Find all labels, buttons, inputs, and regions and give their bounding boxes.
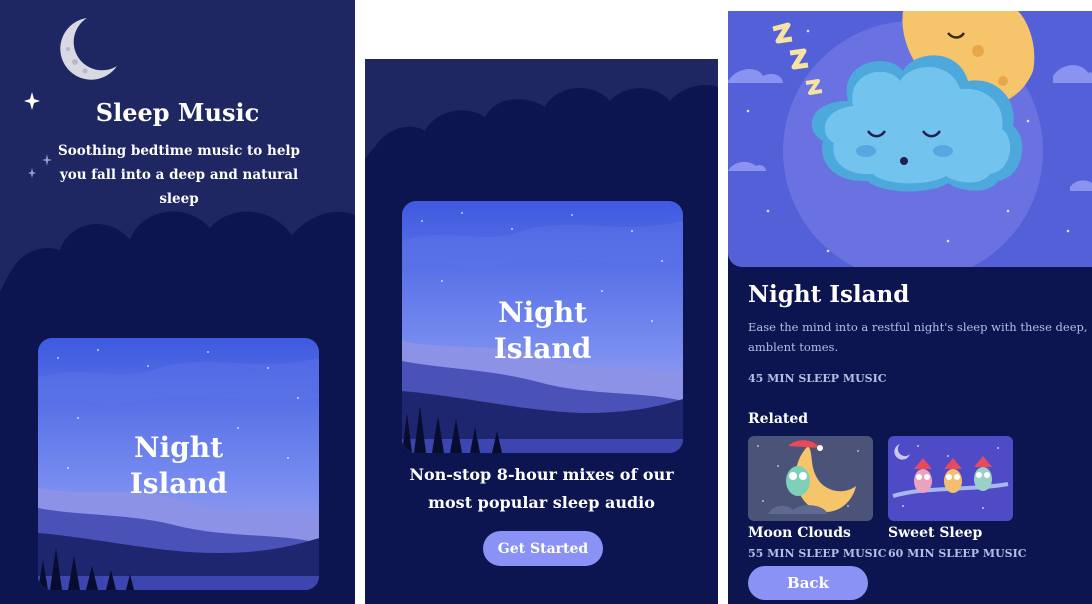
- sleep-music-welcome-screen: Sleep Music Soothing bedtime music to he…: [0, 0, 355, 604]
- owls-branch-illustration: [888, 436, 1013, 521]
- night-island-card[interactable]: Night Island: [38, 338, 319, 590]
- card-title: Night Island: [493, 296, 592, 365]
- sparkle-icon: [42, 154, 52, 166]
- related-item-moon-clouds[interactable]: [748, 436, 873, 521]
- related-title: Sweet Sleep: [888, 525, 983, 541]
- related-item-sweet-sleep[interactable]: [888, 436, 1013, 521]
- sparkle-icon: [28, 168, 36, 178]
- related-title: Moon Clouds: [748, 525, 851, 541]
- related-duration: 60 MIN SLEEP MUSIC: [888, 547, 1027, 560]
- related-heading: Related: [748, 411, 809, 427]
- onboarding-description: Non-stop 8-hour mixes of our most popula…: [409, 465, 674, 512]
- hero-illustration: [728, 11, 1092, 267]
- page-subtitle: Soothing bedtime music to help you fall …: [58, 143, 300, 207]
- night-island-card[interactable]: Night Island: [402, 201, 683, 453]
- back-button[interactable]: Back: [748, 566, 868, 600]
- card-title: Night Island: [129, 431, 228, 500]
- onboarding-screen: Night Island Non-stop 8-hour mixes of ou…: [365, 59, 718, 604]
- cloud-header-shape: [365, 59, 718, 159]
- sleeping-cloud-illustration: [728, 11, 1092, 267]
- track-description: Ease the mind into a restful night's sle…: [748, 320, 1088, 354]
- page-title: Sleep Music: [95, 98, 260, 127]
- track-title: Night Island: [748, 281, 910, 308]
- get-started-button[interactable]: Get Started: [483, 531, 603, 566]
- track-detail-screen: Night Island Ease the mind into a restfu…: [728, 11, 1092, 604]
- moon-owl-illustration: [748, 436, 873, 521]
- track-duration: 45 MIN SLEEP MUSIC: [748, 372, 887, 385]
- related-duration: 55 MIN SLEEP MUSIC: [748, 547, 887, 560]
- moon-icon: [60, 18, 117, 80]
